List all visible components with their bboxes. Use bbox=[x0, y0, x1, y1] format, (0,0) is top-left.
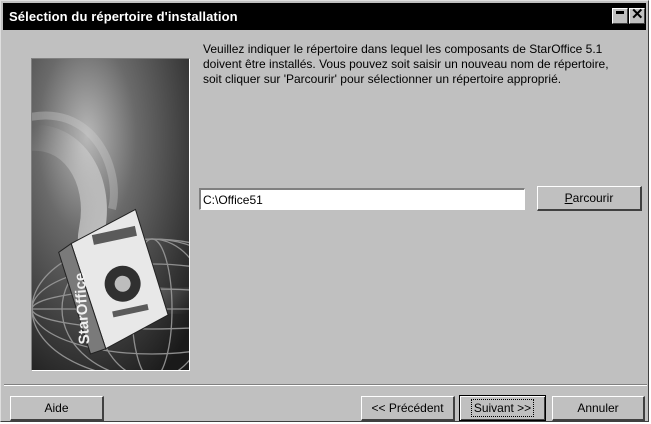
browse-button[interactable]: Parcourir bbox=[537, 186, 642, 211]
previous-button[interactable]: << Précédent bbox=[361, 396, 455, 421]
next-button[interactable]: Suivant >> bbox=[459, 395, 546, 421]
browse-label-rest: arcourir bbox=[572, 191, 614, 205]
close-button[interactable]: ✕ bbox=[629, 6, 645, 24]
close-icon: ✕ bbox=[631, 6, 644, 23]
browse-mnemonic: P bbox=[564, 191, 573, 205]
next-button-label: Suivant >> bbox=[470, 399, 535, 417]
product-illustration: StarOffice bbox=[31, 58, 190, 371]
minimize-icon bbox=[616, 11, 624, 14]
window-title: Sélection du répertoire d'installation bbox=[9, 9, 238, 24]
instructions-text: Veuillez indiquer le répertoire dans leq… bbox=[203, 42, 609, 86]
help-button[interactable]: Aide bbox=[10, 396, 104, 421]
installer-dialog: Sélection du répertoire d'installation ✕ bbox=[0, 0, 649, 422]
minimize-button[interactable] bbox=[612, 8, 628, 24]
install-path-input[interactable] bbox=[199, 188, 525, 210]
title-bar[interactable]: Sélection du répertoire d'installation ✕ bbox=[3, 3, 646, 30]
cancel-button[interactable]: Annuler bbox=[552, 396, 645, 421]
footer-separator bbox=[4, 384, 647, 386]
staroffice-box-artwork: StarOffice bbox=[32, 59, 189, 370]
